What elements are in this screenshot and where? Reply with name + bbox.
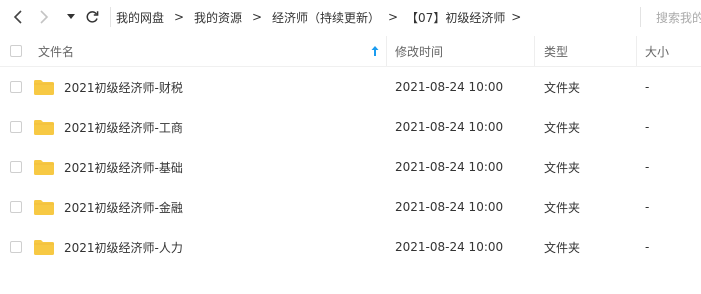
search-input[interactable]: 搜索我的 [656, 0, 701, 34]
file-size: - [645, 240, 650, 254]
folder-icon [34, 120, 54, 135]
file-modified: 2021-08-24 10:00 [395, 120, 504, 134]
column-divider[interactable] [386, 36, 387, 66]
file-size: - [645, 160, 650, 174]
breadcrumb-item-my-resources[interactable]: 我的资源 [194, 9, 242, 26]
file-name[interactable]: 2021初级经济师-工商 [64, 107, 183, 147]
file-name[interactable]: 2021初级经济师-财税 [64, 67, 183, 107]
table-row[interactable]: 2021初级经济师-工商 2021-08-24 10:00 文件夹 - [0, 107, 701, 147]
breadcrumb-separator: > [173, 10, 185, 24]
file-size: - [645, 80, 650, 94]
table-row[interactable]: 2021初级经济师-财税 2021-08-24 10:00 文件夹 - [0, 67, 701, 107]
file-size: - [645, 200, 650, 214]
file-type: 文件夹 [544, 160, 581, 175]
breadcrumb-separator: > [252, 10, 263, 24]
column-header-size[interactable]: 大小 [645, 36, 669, 66]
chevron-left-icon [13, 10, 22, 24]
row-checkbox[interactable] [10, 201, 22, 213]
file-modified: 2021-08-24 10:00 [395, 160, 504, 174]
breadcrumb-separator: > [388, 10, 399, 24]
row-checkbox[interactable] [10, 81, 22, 93]
column-header-name[interactable]: 文件名 [38, 36, 74, 66]
column-divider[interactable] [636, 36, 637, 66]
breadcrumb-item-junior-economist[interactable]: 【07】初级经济师 [406, 9, 505, 26]
caret-down-icon [67, 14, 75, 19]
breadcrumb: 我的网盘 > 我的资源 > 经济师（持续更新） > 【07】初级经济师 > [116, 0, 527, 34]
folder-icon [34, 80, 54, 95]
table-row[interactable]: 2021初级经济师-人力 2021-08-24 10:00 文件夹 - [0, 227, 701, 267]
column-header-type[interactable]: 类型 [544, 36, 568, 66]
toolbar-divider [110, 7, 111, 27]
row-checkbox[interactable] [10, 161, 22, 173]
top-bar: 我的网盘 > 我的资源 > 经济师（持续更新） > 【07】初级经济师 > 搜索… [0, 0, 701, 34]
back-button[interactable] [8, 0, 28, 34]
column-divider[interactable] [534, 36, 535, 66]
table-row[interactable]: 2021初级经济师-基础 2021-08-24 10:00 文件夹 - [0, 147, 701, 187]
column-header-modified[interactable]: 修改时间 [395, 36, 443, 66]
breadcrumb-separator: > [511, 10, 522, 24]
forward-button[interactable] [34, 0, 54, 34]
file-type: 文件夹 [544, 80, 581, 95]
file-size: - [645, 120, 650, 134]
file-name[interactable]: 2021初级经济师-人力 [64, 227, 183, 267]
table-row[interactable]: 2021初级经济师-金融 2021-08-24 10:00 文件夹 - [0, 187, 701, 227]
folder-icon [34, 200, 54, 215]
file-modified: 2021-08-24 10:00 [395, 200, 504, 214]
breadcrumb-item-economist[interactable]: 经济师（持续更新） [272, 9, 380, 26]
row-checkbox[interactable] [10, 241, 22, 253]
file-list-header: 文件名 修改时间 类型 大小 [0, 36, 701, 67]
refresh-icon [86, 11, 99, 23]
file-modified: 2021-08-24 10:00 [395, 80, 504, 94]
select-all-checkbox[interactable] [10, 45, 22, 57]
breadcrumb-item-my-drive[interactable]: 我的网盘 [116, 9, 164, 26]
folder-icon [34, 160, 54, 175]
folder-icon [34, 240, 54, 255]
file-modified: 2021-08-24 10:00 [395, 240, 504, 254]
file-name[interactable]: 2021初级经济师-基础 [64, 147, 183, 187]
file-type: 文件夹 [544, 200, 581, 215]
history-dropdown-button[interactable] [64, 0, 78, 34]
refresh-button[interactable] [82, 0, 102, 34]
file-type: 文件夹 [544, 120, 581, 135]
chevron-right-icon [40, 10, 49, 24]
arrow-up-icon[interactable] [370, 45, 380, 57]
file-name[interactable]: 2021初级经济师-金融 [64, 187, 183, 227]
row-checkbox[interactable] [10, 121, 22, 133]
search-divider [640, 7, 641, 27]
file-type: 文件夹 [544, 240, 581, 255]
